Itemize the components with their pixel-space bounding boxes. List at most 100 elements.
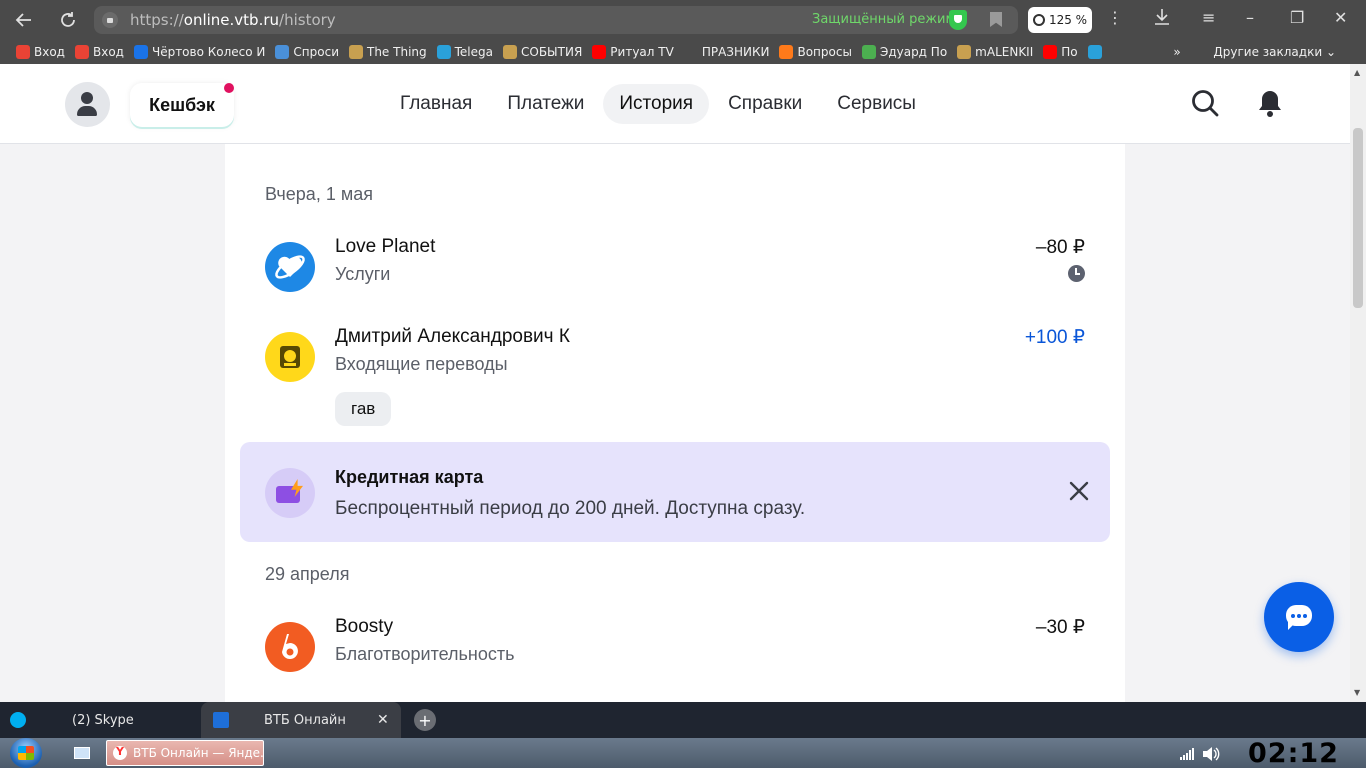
bookmarks-bar: Вход Вход Чёртово Колесо И Спроси The Thing T… [0, 40, 1366, 64]
address-bar[interactable]: https://online.vtb.ru/history Защищённый… [94, 6, 1018, 34]
close-window-button[interactable]: ✕ [1334, 8, 1347, 27]
bookmark-item[interactable]: Вопросы [779, 45, 852, 59]
date-header: 29 апреля [265, 564, 350, 584]
main-nav: Главная Платежи История Справки Сервисы [384, 84, 935, 124]
volume-icon[interactable] [1202, 746, 1220, 762]
vtb-icon [213, 712, 229, 728]
hamburger-menu-icon[interactable]: ≡ [1202, 8, 1215, 27]
profile-avatar[interactable] [65, 82, 110, 127]
spirals-icon [275, 45, 290, 59]
zoom-indicator[interactable]: 125 % [1028, 7, 1092, 33]
scroll-down-arrow-icon[interactable]: ▼ [1354, 688, 1360, 697]
close-tab-icon[interactable]: ✕ [377, 712, 389, 728]
bookmark-item[interactable]: Спроси [275, 45, 339, 59]
reload-icon [61, 12, 75, 27]
bookmark-item[interactable]: СОБЫТИЯ [503, 45, 582, 59]
transaction-tag[interactable]: гав [335, 392, 392, 426]
download-icon[interactable] [1154, 8, 1170, 30]
bookmark-item[interactable]: Вход [16, 45, 65, 59]
chat-button[interactable] [1264, 582, 1334, 652]
tab-main[interactable]: Главная [384, 84, 488, 124]
reload-button[interactable] [54, 6, 82, 34]
taskbar-item-browser[interactable]: ВТБ Онлайн — Янде... [106, 740, 264, 766]
page-viewport: Кешбэк Главная Платежи История Справки С… [0, 64, 1350, 702]
browser-tabs-strip: (2) Skype ВТБ Онлайн ✕ + [0, 702, 1366, 738]
new-tab-button[interactable]: + [414, 709, 436, 731]
love-planet-logo-icon [265, 242, 315, 292]
bookmark-item[interactable]: Ритуал TV [592, 45, 674, 59]
transaction-name: Дмитрий Александрович К [335, 326, 570, 347]
date-header: Вчера, 1 мая [265, 184, 373, 204]
windows-logo-icon [18, 746, 34, 760]
transaction-amount: –80 ₽ [1035, 237, 1085, 258]
restore-button[interactable]: ❐ [1290, 8, 1304, 27]
zoom-icon [1032, 14, 1045, 26]
transaction-row[interactable]: Дмитрий Александрович К Входящие перевод… [265, 326, 1085, 386]
transaction-row[interactable]: Boosty Благотворительность –30 ₽ [265, 616, 1085, 676]
promo-title: Кредитная карта [335, 467, 484, 487]
google-icon [16, 45, 30, 59]
bookmark-item[interactable]: ПРАЗНИКИ [683, 45, 769, 59]
transaction-category: Услуги [335, 264, 391, 284]
browser-toolbar: https://online.vtb.ru/history Защищённый… [0, 0, 1366, 40]
bookmark-item[interactable]: Telega [436, 45, 493, 59]
fox-icon [779, 45, 794, 59]
taskbar: ВТБ Онлайн — Янде... 02:12 [0, 738, 1366, 768]
zoom-level: 125 % [1048, 13, 1088, 27]
bookmark-icon[interactable] [990, 12, 1002, 27]
search-icon[interactable] [1191, 89, 1219, 117]
page-scrollbar[interactable]: ▲ ▼ [1350, 64, 1366, 702]
transaction-row[interactable]: Love Planet Услуги –80 ₽ [265, 236, 1085, 296]
bookmark-item[interactable]: The Thing [349, 45, 427, 59]
yandex-icon [113, 745, 127, 760]
other-bookmarks[interactable]: » Другие закладки ⌄ [1173, 45, 1336, 59]
menu-dots-icon[interactable]: ⋮ [1107, 8, 1123, 27]
bookmark-item[interactable] [1087, 45, 1102, 59]
tab-payments[interactable]: Платежи [491, 84, 600, 124]
bookmark-item[interactable]: Чёртово Колесо И [133, 45, 265, 59]
pending-clock-icon [1068, 265, 1085, 282]
secure-mode-label[interactable]: Защищённый режим [812, 12, 955, 27]
close-icon[interactable] [1068, 480, 1090, 502]
transaction-category: Благотворительность [335, 644, 515, 664]
shield-icon[interactable] [949, 10, 967, 30]
bookmark-item[interactable]: Вход [74, 45, 124, 59]
question-icon [683, 45, 698, 59]
diamond-icon [1087, 45, 1102, 59]
tab-statements[interactable]: Справки [712, 84, 818, 124]
credit-card-promo[interactable]: Кредитная карта Беспроцентный период до … [240, 442, 1110, 542]
transaction-category: Входящие переводы [335, 354, 508, 374]
scrollbar-thumb[interactable] [1353, 128, 1363, 308]
tab-history[interactable]: История [603, 84, 710, 124]
bookmark-item[interactable]: По [1043, 45, 1078, 59]
eagle-icon [503, 45, 517, 59]
back-button[interactable] [10, 6, 38, 34]
start-button[interactable] [8, 738, 46, 768]
tab-services[interactable]: Сервисы [821, 84, 932, 124]
history-panel: Вчера, 1 мая Love Planet Услуги –80 ₽ Дм… [225, 144, 1125, 702]
tab-vtb[interactable]: ВТБ Онлайн ✕ [201, 702, 401, 738]
youtube-icon [592, 45, 607, 59]
keyboard-icon[interactable] [74, 747, 90, 759]
scroll-up-arrow-icon[interactable]: ▲ [1354, 68, 1360, 77]
user-icon [81, 92, 93, 104]
pause-icon [133, 45, 148, 59]
promo-text: Беспроцентный период до 200 дней. Доступ… [335, 498, 806, 519]
site-header: Кешбэк Главная Платежи История Справки С… [0, 64, 1350, 144]
transaction-amount: –30 ₽ [1035, 617, 1085, 638]
tab-skype[interactable]: (2) Skype [0, 702, 198, 738]
minimize-button[interactable]: – [1246, 8, 1254, 27]
notification-dot [224, 83, 234, 93]
bookmark-item[interactable]: mALENKII [957, 45, 1033, 59]
telegram-icon [436, 45, 451, 59]
more-bookmarks-chevron[interactable]: » [1173, 45, 1180, 59]
system-clock[interactable]: 02:12 [1248, 738, 1339, 768]
signal-icon[interactable] [1180, 748, 1194, 760]
transaction-name: Love Planet [335, 236, 436, 257]
youtube-icon [1043, 45, 1058, 59]
transaction-amount: +100 ₽ [1024, 327, 1085, 348]
bookmark-item[interactable]: Эдуард По [861, 45, 947, 59]
bell-icon[interactable] [1256, 88, 1284, 118]
square-green-icon [861, 45, 876, 59]
cashback-button[interactable]: Кешбэк [130, 83, 234, 127]
